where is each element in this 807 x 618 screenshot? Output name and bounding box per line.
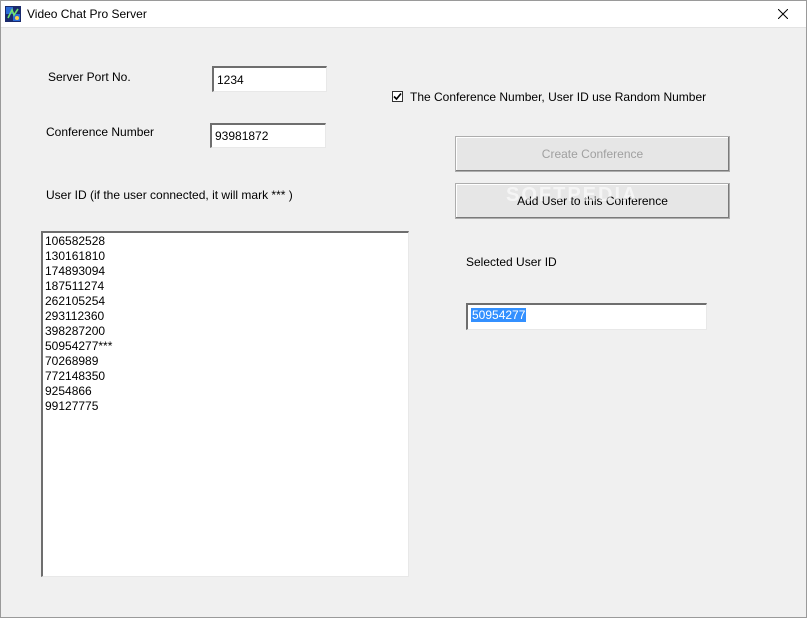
app-icon bbox=[5, 6, 21, 22]
user-id-list[interactable]: 106582528 130161810 174893094 187511274 … bbox=[41, 231, 409, 577]
list-item[interactable]: 293112360 bbox=[45, 309, 406, 324]
list-item[interactable]: 174893094 bbox=[45, 264, 406, 279]
close-button[interactable] bbox=[760, 1, 806, 27]
create-conference-button[interactable]: Create Conference bbox=[455, 136, 730, 172]
user-id-label: User ID (if the user connected, it will … bbox=[46, 188, 293, 202]
list-item[interactable]: 262105254 bbox=[45, 294, 406, 309]
list-item[interactable]: 70268989 bbox=[45, 354, 406, 369]
add-user-button[interactable]: Add User to this Conference bbox=[455, 183, 730, 219]
checkmark-icon bbox=[393, 92, 402, 101]
list-item[interactable]: 50954277*** bbox=[45, 339, 406, 354]
title-bar: Video Chat Pro Server bbox=[1, 1, 806, 28]
random-number-checkbox[interactable] bbox=[392, 91, 403, 102]
list-item[interactable]: 9254866 bbox=[45, 384, 406, 399]
server-port-label: Server Port No. bbox=[48, 70, 131, 84]
list-item[interactable]: 772148350 bbox=[45, 369, 406, 384]
list-item[interactable]: 106582528 bbox=[45, 234, 406, 249]
list-item[interactable]: 99127775 bbox=[45, 399, 406, 414]
server-port-input[interactable] bbox=[212, 66, 327, 92]
close-icon bbox=[778, 9, 788, 19]
random-number-label: The Conference Number, User ID use Rando… bbox=[410, 90, 707, 104]
list-item[interactable]: 130161810 bbox=[45, 249, 406, 264]
conference-number-label: Conference Number bbox=[46, 125, 155, 139]
selected-user-input[interactable]: 50954277 bbox=[466, 303, 707, 330]
selected-user-label: Selected User ID bbox=[466, 255, 557, 269]
list-item[interactable]: 187511274 bbox=[45, 279, 406, 294]
selected-user-value: 50954277 bbox=[471, 308, 527, 322]
window-title: Video Chat Pro Server bbox=[27, 7, 147, 21]
app-window: Video Chat Pro Server Server Port No. Co… bbox=[0, 0, 807, 618]
list-item[interactable]: 398287200 bbox=[45, 324, 406, 339]
conference-number-input[interactable] bbox=[210, 123, 326, 148]
